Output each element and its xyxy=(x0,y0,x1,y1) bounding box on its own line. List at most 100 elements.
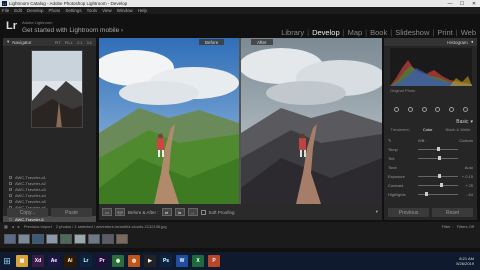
soft-proofing-checkbox[interactable] xyxy=(200,209,206,215)
toolbar-menu-icon[interactable]: ▾ xyxy=(376,209,378,215)
adobe-xd-icon[interactable]: Xd xyxy=(32,255,44,267)
filmstrip xyxy=(0,230,480,248)
windows-start-icon[interactable]: ⊞ xyxy=(0,252,14,270)
previous-button[interactable]: Previous xyxy=(388,208,429,217)
slider-knob[interactable] xyxy=(438,174,442,178)
word-icon[interactable]: W xyxy=(176,255,188,267)
taskbar-clock[interactable]: 8:21 AM 5/26/2019 xyxy=(456,256,474,266)
module-map[interactable]: Map xyxy=(348,28,363,37)
after-image[interactable]: After xyxy=(241,38,382,204)
reset-button[interactable]: Reset xyxy=(432,208,473,217)
file-explorer-icon[interactable]: ▤ xyxy=(16,255,28,267)
preset-icon xyxy=(9,181,12,185)
module-print[interactable]: Print xyxy=(437,28,452,37)
adjustment-slider[interactable] xyxy=(418,147,458,151)
paste-button[interactable]: Paste xyxy=(51,208,92,217)
zoom-3-1[interactable]: 3:1 xyxy=(86,40,92,45)
copy-button[interactable]: Copy... xyxy=(7,208,48,217)
chrome-icon[interactable]: ◉ xyxy=(112,255,124,267)
excel-icon[interactable]: X xyxy=(192,255,204,267)
menu-develop[interactable]: Develop xyxy=(27,8,44,13)
menu-file[interactable]: File xyxy=(2,8,9,13)
menu-view[interactable]: View xyxy=(102,8,112,13)
image-view[interactable]: Before After xyxy=(99,38,382,204)
adjustment-value[interactable]: + 0.15 xyxy=(459,174,473,179)
red-eye-icon[interactable] xyxy=(421,107,427,112)
radial-filter-icon[interactable] xyxy=(448,107,454,112)
navigator-header[interactable]: ▾ Navigator FIT FILL 1:1 3:1 xyxy=(3,38,96,46)
adjustment-brush-icon[interactable] xyxy=(462,107,468,112)
histogram-graph[interactable] xyxy=(390,48,472,86)
adjustment-slider[interactable] xyxy=(418,174,458,178)
zoom-fill[interactable]: FILL xyxy=(65,40,73,45)
media-icon[interactable]: ▶ xyxy=(144,255,156,267)
copy-after-settings-icon[interactable]: ⇆ xyxy=(174,208,185,216)
slider-knob[interactable] xyxy=(436,147,440,151)
grid-view-icon[interactable]: ▦ xyxy=(4,224,8,229)
module-library[interactable]: Library xyxy=(281,28,304,37)
menu-tools[interactable]: Tools xyxy=(87,8,98,13)
slider-knob[interactable] xyxy=(440,183,444,187)
zoom-fit[interactable]: FIT xyxy=(55,40,61,45)
navigator-preview[interactable] xyxy=(31,50,83,128)
forward-arrow-icon[interactable]: ▸ xyxy=(18,224,20,229)
treatment-color[interactable]: Color xyxy=(423,127,433,134)
filmstrip-thumbnail[interactable] xyxy=(4,234,16,244)
adjustment-value[interactable]: Auto xyxy=(459,165,473,170)
filmstrip-thumbnail[interactable] xyxy=(32,234,44,244)
wb-select[interactable]: Custom xyxy=(447,138,473,143)
module-web[interactable]: Web xyxy=(461,28,476,37)
menu-help[interactable]: Help xyxy=(138,8,147,13)
soft-proofing-label: Soft Proofing xyxy=(208,209,235,215)
filmstrip-thumbnail[interactable] xyxy=(60,234,72,244)
photoshop-icon[interactable]: Ps xyxy=(160,255,172,267)
mobile-promo-link[interactable]: Get started with Lightroom mobile › xyxy=(22,27,123,34)
basic-panel-header[interactable]: Basic ▾ xyxy=(384,118,477,126)
loupe-view-icon[interactable]: ▭ xyxy=(102,208,112,216)
menu-settings[interactable]: Settings xyxy=(65,8,81,13)
menu-window[interactable]: Window xyxy=(117,8,133,13)
histogram-header[interactable]: Histogram ◂ xyxy=(384,38,477,46)
adjustment-slider[interactable] xyxy=(418,183,458,187)
menu-edit[interactable]: Edit xyxy=(14,8,22,13)
before-image[interactable]: Before xyxy=(99,38,239,204)
module-develop[interactable]: Develop xyxy=(312,28,340,37)
filmstrip-thumbnail[interactable] xyxy=(18,234,30,244)
filmstrip-thumbnail[interactable] xyxy=(102,234,114,244)
spot-removal-icon[interactable] xyxy=(407,107,413,112)
zoom-1-1[interactable]: 1:1 xyxy=(77,40,83,45)
lightroom-icon[interactable]: Lr xyxy=(80,255,92,267)
maximize-button[interactable]: ☐ xyxy=(456,0,468,7)
treatment-bw[interactable]: Black & White xyxy=(446,127,471,134)
powerpoint-icon[interactable]: P xyxy=(208,255,220,267)
filmstrip-thumbnail[interactable] xyxy=(88,234,100,244)
adjustment-value[interactable]: - 64 xyxy=(459,192,473,197)
filmstrip-thumbnail[interactable] xyxy=(46,234,58,244)
graduated-filter-icon[interactable] xyxy=(435,107,441,112)
slider-knob[interactable] xyxy=(425,192,429,196)
slider-knob[interactable] xyxy=(438,156,442,160)
crop-tool-icon[interactable] xyxy=(394,107,400,112)
swap-settings-icon[interactable]: ↔ xyxy=(187,208,198,216)
filmstrip-thumbnail[interactable] xyxy=(74,234,86,244)
filmstrip-source[interactable]: Previous Import xyxy=(24,224,52,229)
copy-before-settings-icon[interactable]: ⇄ xyxy=(161,208,172,216)
back-arrow-icon[interactable]: ◂ xyxy=(12,224,14,229)
illustrator-icon[interactable]: Ai xyxy=(64,255,76,267)
firefox-icon[interactable]: ◍ xyxy=(128,255,140,267)
close-button[interactable]: ✕ xyxy=(468,0,480,7)
minimize-button[interactable]: — xyxy=(444,0,456,7)
filmstrip-thumbnail[interactable] xyxy=(116,234,128,244)
module-slideshow[interactable]: Slideshow xyxy=(395,28,429,37)
adjustment-value[interactable]: + 25 xyxy=(459,183,473,188)
module-book[interactable]: Book xyxy=(370,28,387,37)
before-after-view-button[interactable]: Y|Y xyxy=(115,208,125,216)
after-effects-icon[interactable]: Ae xyxy=(48,255,60,267)
adjustment-slider[interactable] xyxy=(418,156,458,160)
premiere-icon[interactable]: Pr xyxy=(96,255,108,267)
original-photo-checkbox[interactable]: Original Photo xyxy=(390,88,415,93)
eyedropper-icon[interactable]: ✎ xyxy=(388,138,418,143)
menu-photo[interactable]: Photo xyxy=(49,8,61,13)
adjustment-slider[interactable] xyxy=(418,192,458,196)
filter-select[interactable]: Filters Off xyxy=(457,224,474,229)
